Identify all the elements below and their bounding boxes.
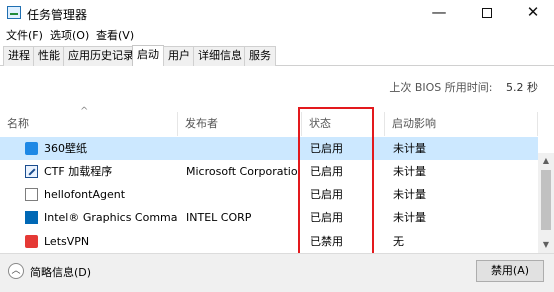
- tab-processes[interactable]: 进程: [3, 46, 35, 66]
- tab-startup[interactable]: 启动: [132, 45, 164, 67]
- startup-name: 360壁纸: [44, 142, 87, 155]
- close-button[interactable]: ✕: [510, 0, 554, 26]
- 360-icon: [25, 142, 38, 155]
- window-title: 任务管理器: [27, 8, 88, 22]
- footer-bar: ︿ 简略信息(D) 禁用(A): [0, 253, 554, 292]
- startup-impact: 未计量: [393, 188, 426, 201]
- menu-file[interactable]: 文件(F): [6, 27, 43, 43]
- bios-time-value: 5.2 秒: [506, 81, 538, 94]
- menu-view[interactable]: 查看(V): [96, 27, 134, 43]
- scroll-up-icon[interactable]: ▲: [538, 153, 554, 169]
- bios-time: 上次 BIOS 所用时间: 5.2 秒: [389, 79, 538, 95]
- startup-row[interactable]: 360壁纸 已启用 未计量: [0, 137, 538, 160]
- startup-status: 已启用: [310, 142, 343, 155]
- task-manager-icon: [7, 6, 21, 19]
- column-header-startup-impact[interactable]: 启动影响: [385, 112, 538, 136]
- startup-row[interactable]: hellofontAgent 已启用 未计量: [0, 183, 538, 206]
- title-bar: 任务管理器 — ✕: [0, 0, 554, 26]
- startup-impact: 未计量: [393, 165, 426, 178]
- startup-name: LetsVPN: [44, 235, 90, 248]
- startup-name: Intel® Graphics Comman...: [44, 211, 178, 224]
- startup-status: 已启用: [310, 188, 343, 201]
- vertical-scrollbar[interactable]: ▲ ▼: [538, 153, 554, 253]
- startup-publisher: [186, 183, 300, 206]
- intel-icon: [25, 211, 38, 224]
- app-icon: [25, 188, 38, 201]
- startup-publisher: [186, 230, 300, 253]
- startup-impact: 未计量: [393, 211, 426, 224]
- tab-users[interactable]: 用户: [163, 46, 195, 66]
- startup-publisher: [186, 137, 300, 160]
- maximize-button[interactable]: [464, 0, 510, 26]
- maximize-icon: [482, 8, 492, 18]
- startup-row[interactable]: Intel® Graphics Comman... INTEL CORP 已启用…: [0, 206, 538, 229]
- column-header-name[interactable]: 名称: [0, 112, 178, 136]
- fewer-details-link[interactable]: 简略信息(D): [30, 264, 91, 280]
- startup-impact: 未计量: [393, 142, 426, 155]
- startup-status: 已启用: [310, 165, 343, 178]
- startup-name: CTF 加载程序: [44, 165, 113, 178]
- startup-row[interactable]: CTF 加载程序 Microsoft Corporation 已启用 未计量: [0, 160, 538, 183]
- startup-status: 已禁用: [310, 235, 343, 248]
- startup-publisher: INTEL CORP: [186, 211, 252, 224]
- letsvpn-icon: [25, 235, 38, 248]
- bios-time-label: 上次 BIOS 所用时间:: [389, 81, 493, 94]
- scroll-down-icon[interactable]: ▼: [538, 237, 554, 253]
- startup-name: hellofontAgent: [44, 188, 126, 201]
- tab-app-history[interactable]: 应用历史记录: [63, 46, 139, 66]
- tab-bar: 进程 性能 应用历史记录 启动 用户 详细信息 服务: [0, 45, 554, 67]
- ctf-loader-icon: [25, 165, 38, 178]
- minimize-button[interactable]: —: [416, 0, 462, 26]
- menu-bar: 文件(F) 选项(O) 查看(V): [0, 26, 554, 44]
- tab-services[interactable]: 服务: [244, 46, 276, 66]
- startup-status: 已启用: [310, 211, 343, 224]
- disable-button[interactable]: 禁用(A): [476, 260, 544, 282]
- chevron-up-icon[interactable]: ︿: [8, 263, 24, 279]
- tab-details[interactable]: 详细信息: [193, 46, 247, 66]
- startup-row[interactable]: LetsVPN 已禁用 无: [0, 230, 538, 253]
- scroll-thumb[interactable]: [541, 170, 551, 230]
- column-header-publisher[interactable]: 发布者: [178, 112, 302, 136]
- column-header-status[interactable]: 状态: [302, 112, 385, 136]
- tab-performance[interactable]: 性能: [33, 46, 65, 66]
- startup-publisher: Microsoft Corporation: [186, 165, 300, 178]
- startup-impact: 无: [393, 235, 404, 248]
- menu-options[interactable]: 选项(O): [50, 27, 89, 43]
